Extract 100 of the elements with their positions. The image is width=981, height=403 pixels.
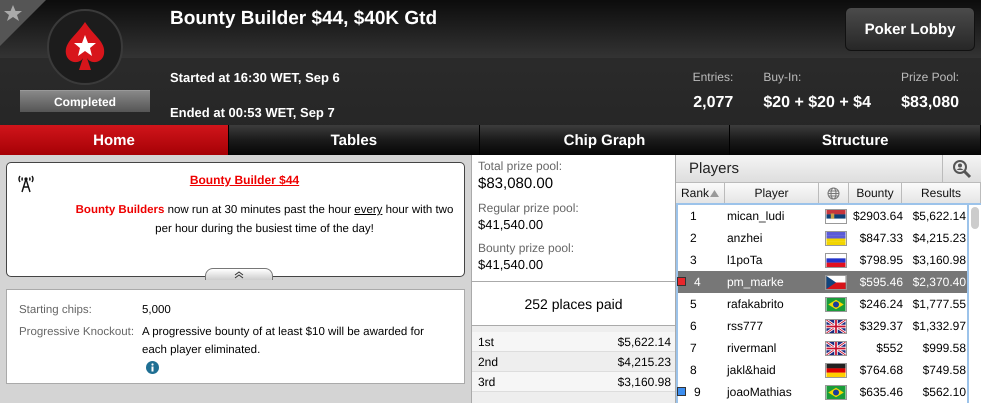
rank-cell-text: 8 [689,363,698,377]
broadcast-tower-icon [17,173,35,193]
flag-icon [825,318,847,334]
player-row[interactable]: 7 rivermanl $552 $999.58 [678,337,967,359]
bounty-cell-text: $329.37 [858,319,904,333]
payout-amount: $3,160.98 [618,374,671,388]
results-cell-text: $1,332.97 [912,319,967,333]
bounty-cell-text: $246.24 [858,297,904,311]
star-icon[interactable] [0,0,46,46]
flag-icon [825,208,847,224]
pool-label: Total prize pool: [478,159,564,173]
tab[interactable]: Tables [229,125,480,155]
pool-value: $41,540.00 [478,217,544,232]
flag-icon [825,340,847,356]
announcement-title[interactable]: Bounty Builder $44 [190,173,300,187]
player-name: anzhei [727,231,764,245]
flag-icon [825,252,847,268]
rank-cell-text: 4 [693,275,702,289]
results-cell-text: $3,160.98 [912,253,967,267]
player-row[interactable]: 2 anzhei $847.33 $4,215.23 [678,227,967,249]
stat-value: $83,080 [901,94,959,112]
rank-cell-text: 7 [689,341,698,355]
player-name: mican_ludi [727,209,786,223]
payout-place: 1st [478,334,494,348]
results-cell-text: $999.58 [922,341,967,355]
payout-amount: $5,622.14 [618,334,671,348]
pool-value: $41,540.00 [478,257,544,272]
player-row[interactable]: 6 rss777 $329.37 $1,332.97 [678,315,967,337]
payout-place: 2nd [478,354,498,368]
rank-cell-text: 3 [689,253,698,267]
start-time: Started at 16:30 WET, Sep 6 [170,70,340,85]
places-paid: 252 places paid [524,296,623,312]
search-icon [952,158,972,178]
player-name: joaoMathias [727,385,793,399]
bounty-cell-text: $847.33 [858,231,904,245]
announcement-text: Bounty Builders now run at 30 minutes past the hour every hour with two per hour during the busiest time of the day! [74,203,454,237]
flag-icon [825,230,847,246]
rank-cell-text: 5 [689,297,698,311]
player-row[interactable]: 1 mican_ludi $2903.64 $5,622.14 [678,205,967,227]
stat-value: $20 + $20 + $4 [763,94,871,112]
payout-amount: $4,215.23 [618,354,671,368]
flag-icon [825,362,847,378]
info-icon[interactable] [146,361,159,374]
player-row[interactable]: 9 joaoMathias $635.46 $562.10 [678,381,967,403]
player-name: rivermanl [727,341,778,355]
player-row[interactable]: 8 jakl&haid $764.68 $749.58 [678,359,967,381]
results-cell-text: $562.10 [922,385,967,399]
players-title: Players [689,160,740,177]
player-row[interactable]: 5 rafakabrito $246.24 $1,777.55 [678,293,967,315]
poker-lobby-button[interactable]: Poker Lobby [845,7,975,51]
player-name: rss777 [727,319,764,333]
tab[interactable]: Home [0,125,229,155]
rank-cell-text: 2 [689,231,698,245]
tournament-title: Bounty Builder $44, $40K Gtd [170,8,438,30]
scrollbar-thumb[interactable] [971,207,979,229]
player-name: rafakabrito [727,297,785,311]
player-name: l1poTa [727,253,764,267]
detail-label: Starting chips: [19,304,93,318]
stat-label: Buy-In: [763,70,802,84]
results-cell-text: $5,622.14 [912,209,967,223]
payout-place: 3rd [478,374,496,388]
rank-cell-text: 9 [693,385,702,399]
pool-value: $83,080.00 [478,175,554,192]
flag-icon [825,296,847,312]
double-chevron-icon [234,270,244,278]
results-cell-text: $1,777.55 [912,297,967,311]
bounty-cell-text: $798.95 [858,253,904,267]
flag-icon [825,384,847,400]
bounty-cell-text: $764.68 [858,363,904,377]
rank-cell-text: 6 [689,319,698,333]
globe-icon[interactable] [827,186,840,200]
results-cell-text: $4,215.23 [912,231,967,245]
tab[interactable]: Chip Graph [480,125,730,155]
player-row[interactable]: 4 pm_marke $595.46 $2,370.40 [678,271,967,293]
column-header[interactable]: Results [902,183,981,203]
player-row[interactable]: 3 l1poTa $798.95 $3,160.98 [678,249,967,271]
tab[interactable]: Structure [730,125,981,155]
bounty-cell-text: $595.46 [858,275,904,289]
bounty-cell-text: $635.46 [858,385,904,399]
rank-cell-text: 1 [689,209,698,223]
collapse-button[interactable] [205,268,273,280]
bounty-cell-text: $2903.64 [852,209,904,223]
status-ribbon: Completed [20,90,150,112]
column-header[interactable]: Player [725,183,819,203]
pool-label: Bounty prize pool: [478,241,576,255]
end-time: Ended at 00:53 WET, Sep 7 [170,105,336,120]
stat-value: 2,077 [693,94,734,112]
column-header[interactable]: Bounty [849,183,902,203]
detail-value: 5,000 [142,303,171,318]
sort-arrow-icon [710,190,719,196]
pool-label: Regular prize pool: [478,201,580,215]
detail-value: A progressive bounty of at least $10 will be awarded for each player eliminated. [142,325,425,358]
player-name: jakl&haid [727,363,777,377]
player-name: pm_marke [727,275,785,289]
column-header[interactable]: Rank [676,183,725,203]
flag-icon [825,274,847,290]
detail-label: Progressive Knockout: [19,326,136,340]
bounty-cell-text: $552 [875,341,904,355]
results-cell-text: $749.58 [922,363,967,377]
stat-label: Entries: [692,70,734,84]
